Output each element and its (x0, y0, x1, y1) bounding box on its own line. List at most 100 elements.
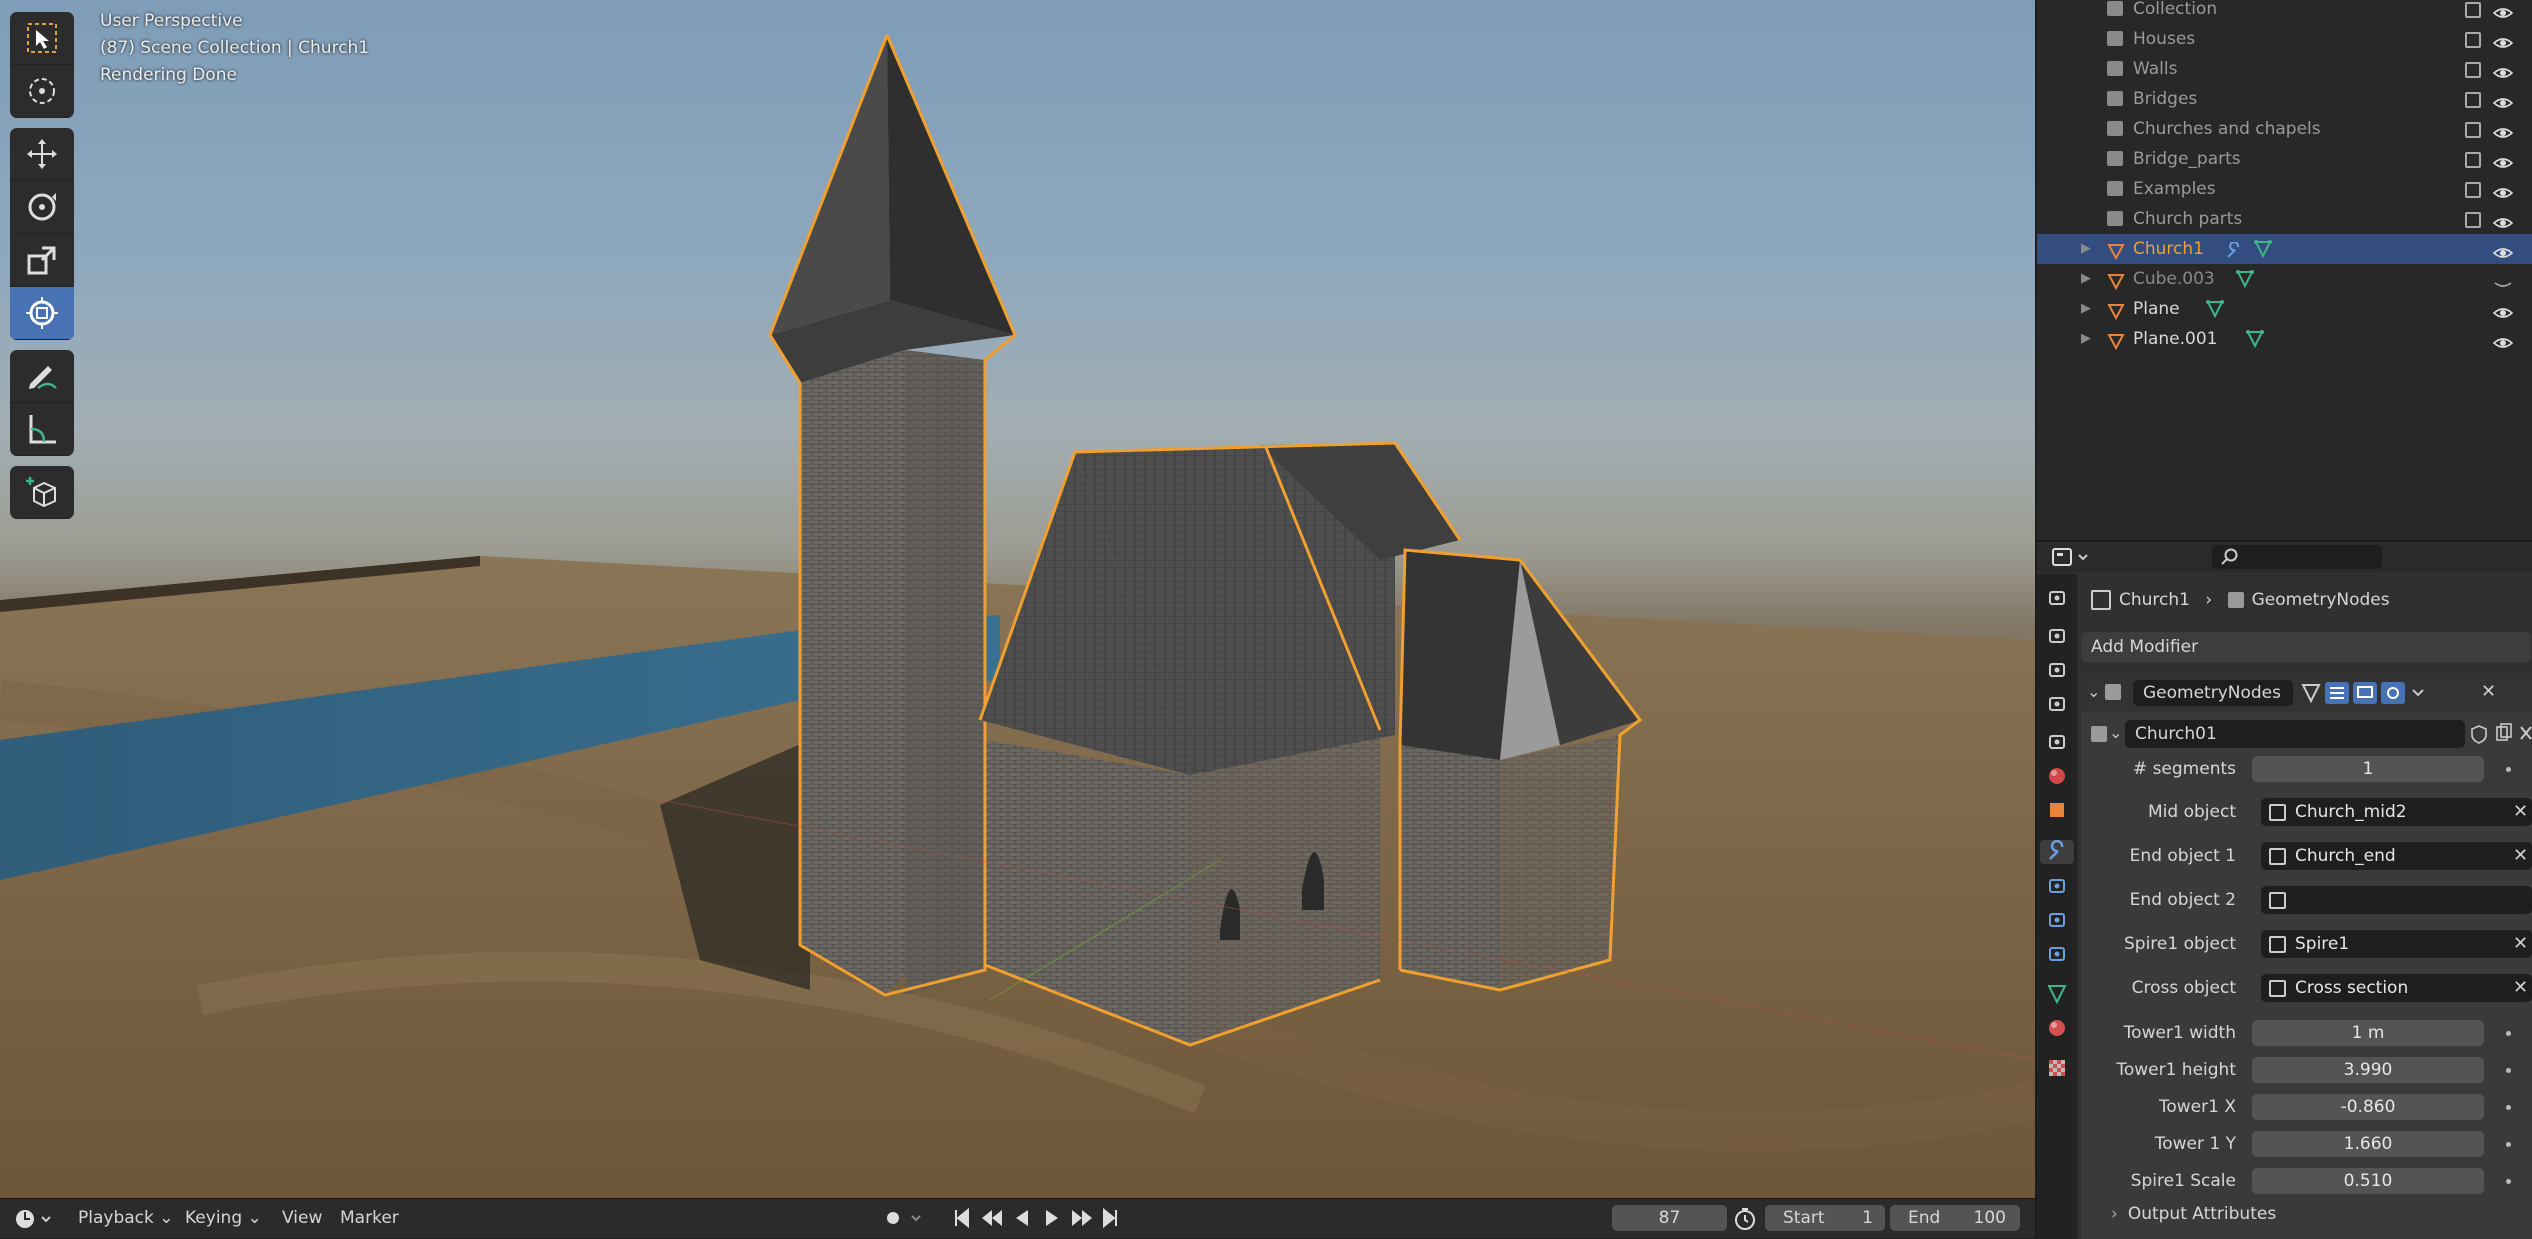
editor-type-button[interactable] (14, 1208, 54, 1235)
exclude-checkbox[interactable] (2465, 122, 2481, 138)
keyframe-dot-icon[interactable] (2506, 1179, 2511, 1184)
exclude-checkbox[interactable] (2465, 212, 2481, 228)
collapse-chevron-icon[interactable]: ⌄ (2087, 682, 2100, 701)
outliner-collection-row[interactable]: Houses (2037, 24, 2532, 54)
tower1-width-field[interactable]: 1 m (2252, 1020, 2484, 1046)
clear-field-icon[interactable]: ✕ (2513, 930, 2528, 958)
outliner-collection-row[interactable]: Church parts (2037, 204, 2532, 234)
cursor-tool[interactable] (10, 65, 74, 118)
segments-field[interactable]: 1 (2252, 756, 2484, 782)
outliner-collection-row[interactable]: Bridges (2037, 84, 2532, 114)
clear-field-icon[interactable]: ✕ (2513, 974, 2528, 1002)
node-group-name-input[interactable]: Church01 (2125, 720, 2465, 748)
stopwatch-icon[interactable] (1732, 1206, 1758, 1237)
outliner-object-row[interactable]: ▶ Church1 (2037, 234, 2532, 264)
outliner-object-row[interactable]: ▶ Plane (2037, 294, 2532, 324)
spire1-scale-label: Spire1 Scale (2130, 1171, 2236, 1191)
view-menu[interactable]: View (282, 1208, 322, 1228)
rotate-tool[interactable] (10, 181, 74, 234)
playback-menu[interactable]: Playback ⌄ (78, 1208, 174, 1228)
keyframe-dot-icon[interactable] (2506, 1142, 2511, 1147)
start-frame-field[interactable]: Start 1 (1765, 1205, 1885, 1231)
keyframe-dot-icon[interactable] (2506, 1068, 2511, 1073)
outliner-collection-row[interactable]: Collection (2037, 0, 2532, 24)
node-tree-icon[interactable] (2091, 726, 2107, 742)
select-box-tool[interactable] (10, 12, 74, 65)
tower1-height-field[interactable]: 3.990 (2252, 1057, 2484, 1083)
world-tab[interactable] (2045, 764, 2069, 788)
mid-object-field[interactable]: Church_mid2 ✕ (2261, 798, 2532, 826)
outliner-collection-row[interactable]: Examples (2037, 174, 2532, 204)
end-frame-field[interactable]: End 100 (1890, 1205, 2020, 1231)
scene-tab[interactable] (2045, 730, 2069, 754)
scale-tool[interactable] (10, 234, 74, 287)
outliner-item-label: Bridge_parts (2133, 149, 2241, 169)
mesh-object-icon (2107, 330, 2125, 360)
clear-field-icon[interactable]: ✕ (2513, 798, 2528, 826)
current-frame-field[interactable]: 87 (1612, 1205, 1727, 1231)
exclude-checkbox[interactable] (2465, 152, 2481, 168)
exclude-checkbox[interactable] (2465, 92, 2481, 108)
cross-object-field[interactable]: Cross section ✕ (2261, 974, 2532, 1002)
expand-arrow-icon[interactable]: ▶ (2081, 234, 2091, 264)
modifier-toggle-icons[interactable] (2299, 680, 2449, 706)
record-button[interactable] (880, 1205, 928, 1236)
modifier-tab[interactable] (2040, 839, 2074, 864)
outliner-object-row[interactable]: ▶ Cube.003 (2037, 264, 2532, 294)
outliner-object-row[interactable]: ▶ Plane.001 (2037, 324, 2532, 354)
keyframe-dot-icon[interactable] (2506, 1105, 2511, 1110)
tower1-y-field[interactable]: 1.660 (2252, 1131, 2484, 1157)
annotate-tool[interactable] (10, 350, 74, 403)
exclude-checkbox[interactable] (2465, 182, 2481, 198)
constraints-tab[interactable] (2045, 942, 2069, 966)
data-tab[interactable] (2045, 982, 2069, 1006)
output-tab[interactable] (2045, 658, 2069, 682)
particles-icon (2049, 879, 2065, 893)
measure-tool[interactable] (10, 403, 74, 456)
expand-arrow-icon[interactable]: ▶ (2081, 264, 2091, 294)
texture-tab[interactable] (2045, 1056, 2069, 1080)
modifier-name-input[interactable]: GeometryNodes (2133, 680, 2293, 706)
properties-editor-type-button[interactable] (2051, 546, 2095, 572)
exclude-checkbox[interactable] (2465, 62, 2481, 78)
keying-menu[interactable]: Keying ⌄ (185, 1208, 262, 1228)
playback-controls[interactable] (950, 1205, 1130, 1236)
keyframe-dot-icon[interactable] (2506, 1031, 2511, 1036)
clear-field-icon[interactable]: ✕ (2513, 842, 2528, 870)
outliner-collection-row[interactable]: Walls (2037, 54, 2532, 84)
exclude-checkbox[interactable] (2465, 32, 2481, 48)
chevron-down-icon[interactable]: ⌄ (2109, 723, 2122, 742)
outliner-collection-row[interactable]: Bridge_parts (2037, 144, 2532, 174)
move-tool[interactable] (10, 128, 74, 181)
expand-arrow-icon[interactable]: ▶ (2081, 324, 2091, 354)
mesh-data-icon[interactable] (2245, 329, 2265, 359)
exclude-checkbox[interactable] (2465, 2, 2481, 18)
spire1-object-field[interactable]: Spire1 ✕ (2261, 930, 2532, 958)
spire1-scale-field[interactable]: 0.510 (2252, 1168, 2484, 1194)
end-object-2-field[interactable] (2261, 886, 2532, 914)
tower1-x-field[interactable]: -0.860 (2252, 1094, 2484, 1120)
object-icon (2269, 804, 2286, 821)
view-layer-tab[interactable] (2045, 692, 2069, 716)
marker-menu[interactable]: Marker (340, 1208, 399, 1228)
outliner-collection-row[interactable]: Churches and chapels (2037, 114, 2532, 144)
output-attributes-subpanel[interactable]: › Output Attributes (2111, 1204, 2276, 1224)
render-tab[interactable] (2045, 624, 2069, 648)
physics-tab[interactable] (2045, 908, 2069, 932)
properties-search-input[interactable] (2212, 545, 2382, 569)
object-tab[interactable] (2045, 798, 2069, 822)
eye-icon[interactable] (2492, 331, 2514, 361)
expand-arrow-icon[interactable]: ▶ (2081, 294, 2091, 324)
add-modifier-button[interactable]: Add Modifier (2081, 632, 2531, 662)
particles-tab[interactable] (2045, 874, 2069, 898)
node-group-actions-icons[interactable] (2471, 723, 2532, 745)
transform-tool[interactable] (10, 287, 74, 340)
remove-modifier-icon[interactable]: ✕ (2481, 681, 2496, 702)
keyframe-dot-icon[interactable] (2506, 767, 2511, 772)
material-tab[interactable] (2045, 1016, 2069, 1040)
add-cube-tool[interactable] (10, 466, 74, 519)
tool-tab[interactable] (2045, 586, 2069, 610)
end-object-1-field[interactable]: Church_end ✕ (2261, 842, 2532, 870)
3d-viewport[interactable]: User Perspective (87) Scene Collection |… (0, 0, 2035, 1198)
collection-icon (2107, 31, 2123, 46)
